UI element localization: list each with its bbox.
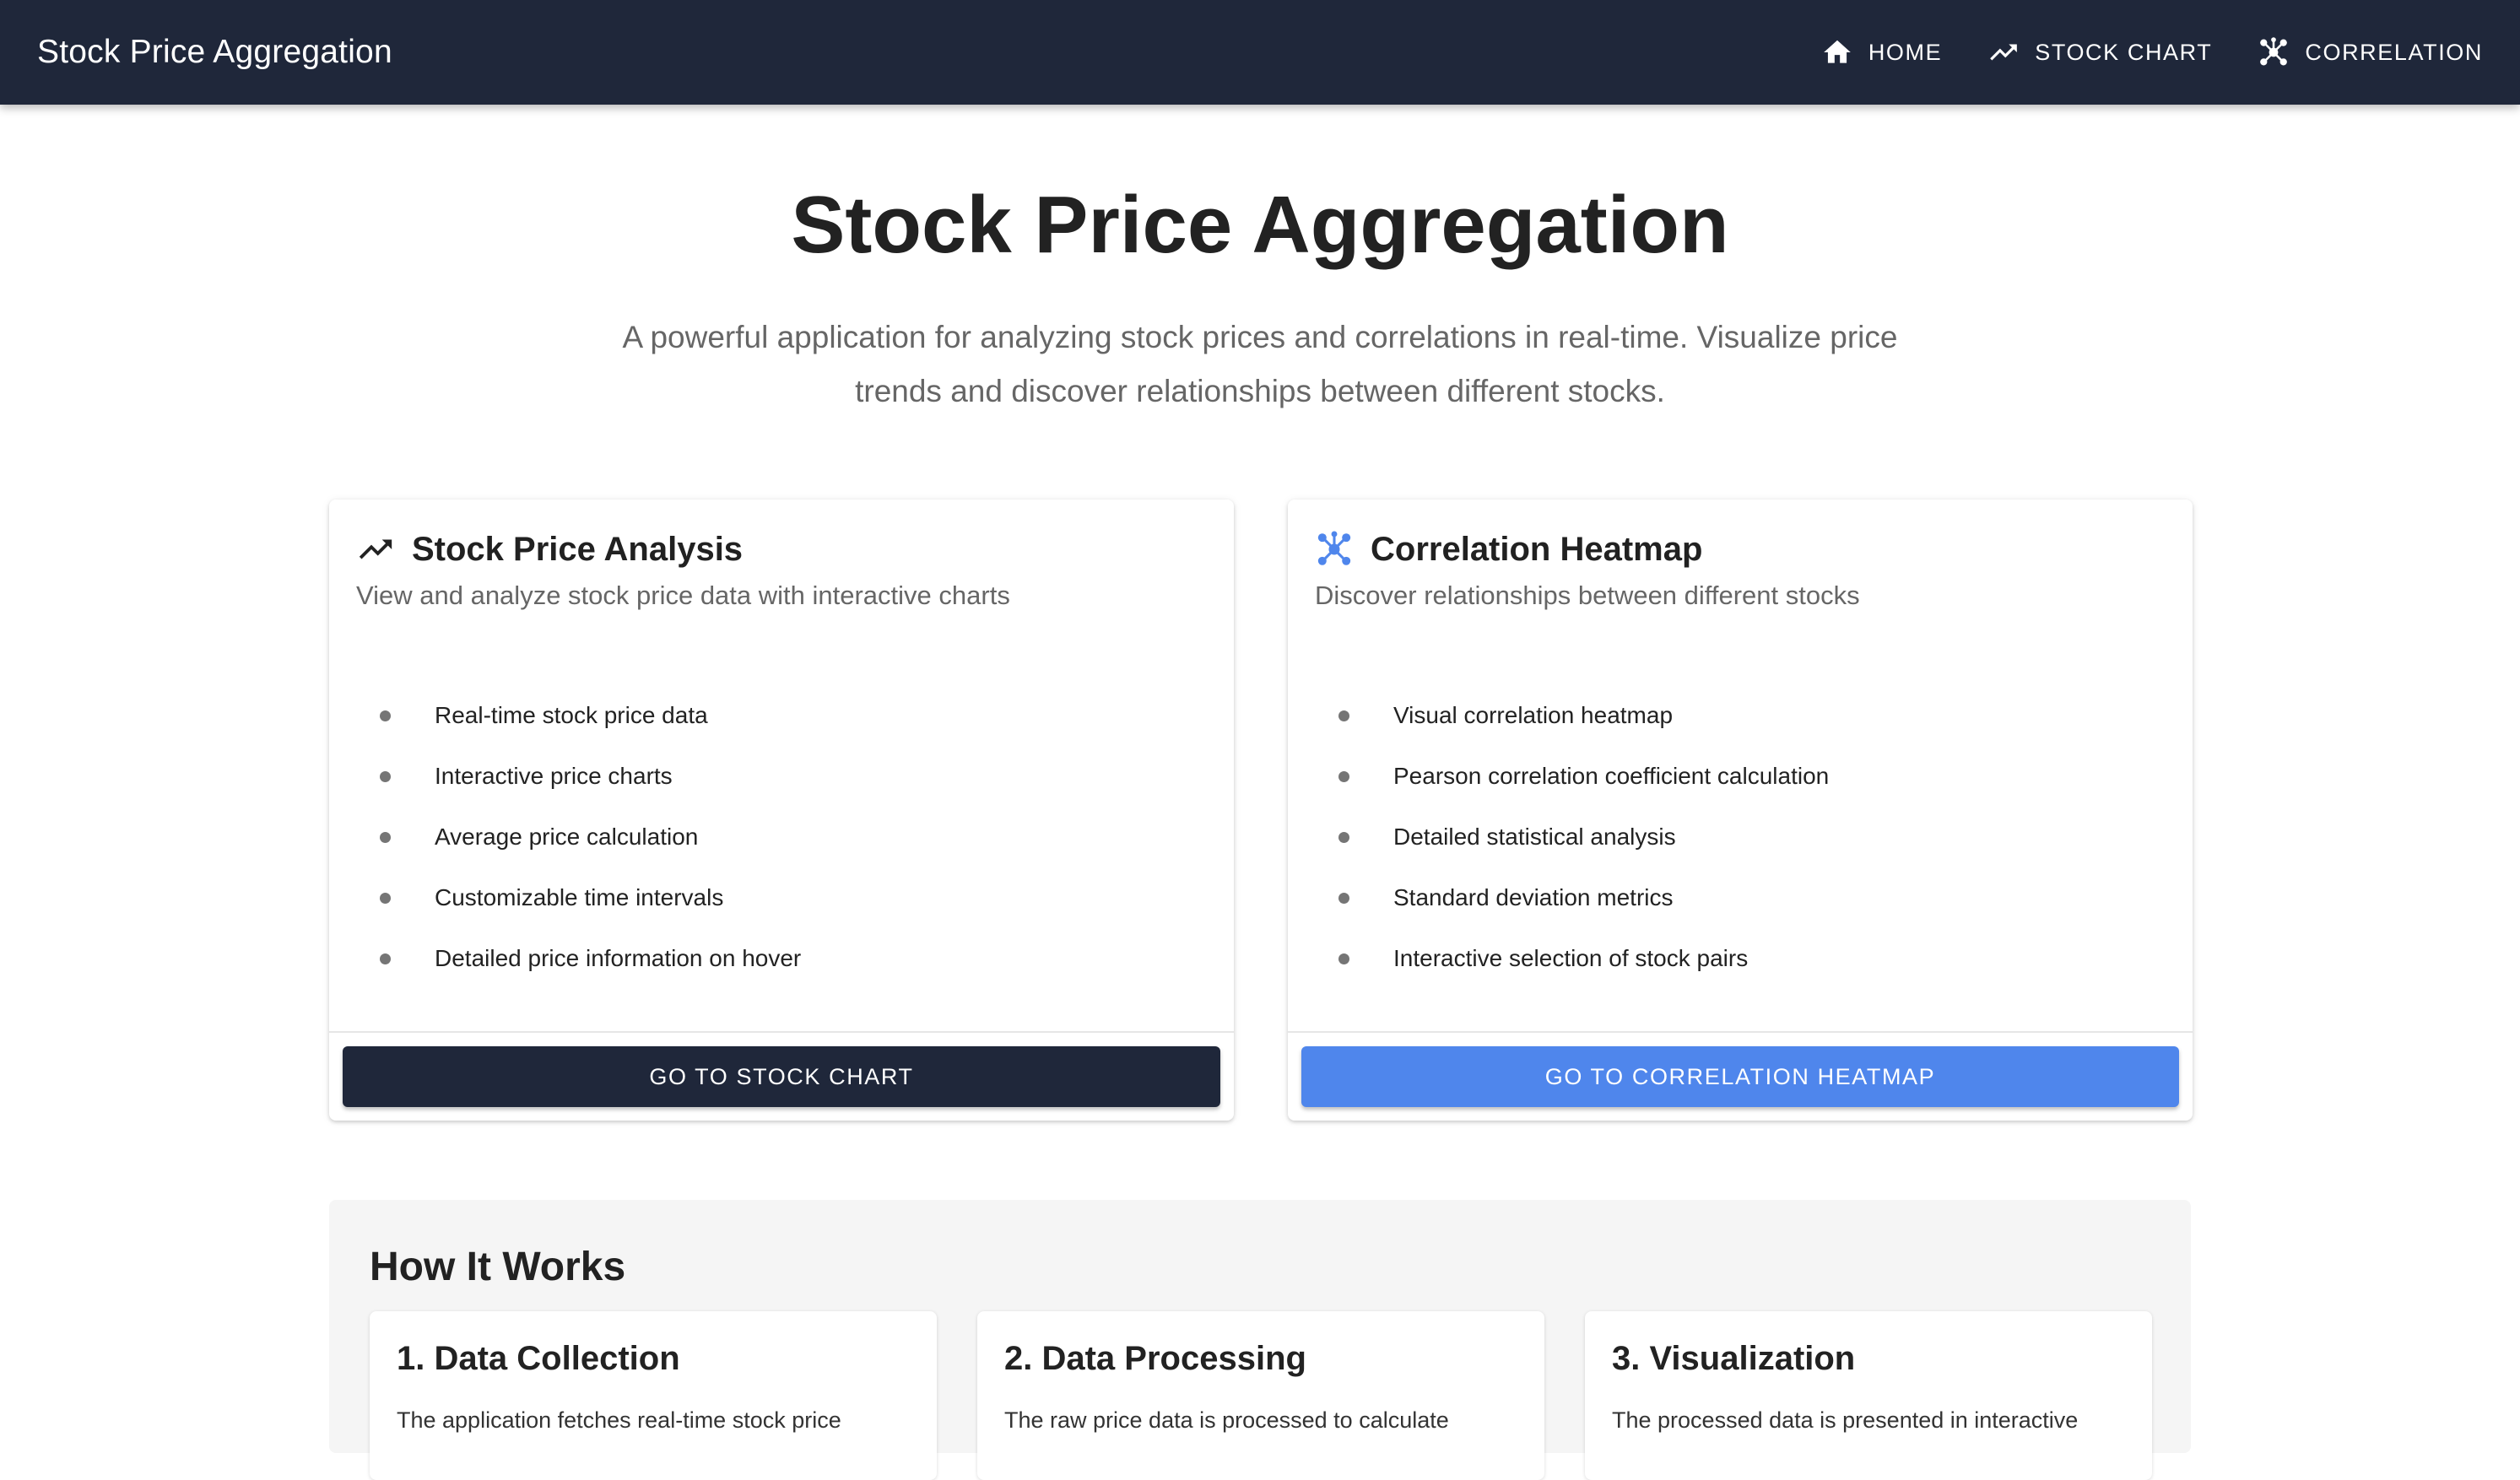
bubble-chart-icon [1317,531,1351,565]
step-title: 2. Data Processing [1004,1340,1306,1377]
feature-text: Real-time stock price data [435,702,708,728]
feature-text: Interactive price charts [435,763,673,789]
correlation-heatmap-card: Correlation Heatmap Discover relationshi… [1288,500,2193,1121]
list-item: Customizable time intervals [380,867,801,928]
feature-list: Real-time stock price data Interactive p… [380,685,801,989]
list-item: Average price calculation [380,807,801,867]
bullet-icon [1338,831,1349,843]
home-icon [1823,40,1851,63]
list-item: Visual correlation heatmap [1338,685,1829,746]
card-title: Stock Price Analysis [412,530,744,568]
step-card-data-processing: 2. Data Processing The raw price data is… [977,1311,1544,1480]
how-it-works-section: How It Works 1. Data Collection The appl… [329,1200,2191,1480]
page-subtitle: A powerful application for analyzing sto… [622,320,1898,408]
go-to-stock-chart-button[interactable]: GO TO STOCK CHART [343,1046,1220,1107]
app-title[interactable]: Stock Price Aggregation [37,34,392,71]
card-description: Discover relationships between different… [1315,581,1860,610]
card-title: Correlation Heatmap [1371,530,1703,568]
bullet-icon [1338,892,1349,904]
feature-text: Customizable time intervals [435,884,724,910]
feature-text: Detailed price information on hover [435,945,802,971]
bullet-icon [380,831,391,843]
card-divider [329,1031,1234,1033]
nav-correlation-label: CORRELATION [2305,39,2483,65]
list-item: Pearson correlation coefficient calculat… [1338,746,1829,807]
bullet-icon [380,953,391,964]
list-item: Detailed price information on hover [380,928,801,989]
nav-stock-chart-button[interactable]: STOCK CHART [1987,36,2212,68]
list-item: Interactive selection of stock pairs [1338,928,1829,989]
nav-home-label: HOME [1868,39,1943,65]
card-header: Stock Price Analysis [356,530,743,569]
list-item: Interactive price charts [380,746,801,807]
nav-correlation-button[interactable]: CORRELATION [2258,36,2483,68]
top-nav: HOME STOCK CHART CORRELATION [1821,36,2483,68]
page-title: Stock Price Aggregation [791,180,1729,270]
step-card-visualization: 3. Visualization The processed data is p… [1585,1311,2152,1480]
feature-text: Standard deviation metrics [1393,884,1674,910]
stock-analysis-card: Stock Price Analysis View and analyze st… [329,500,1234,1121]
feature-text: Average price calculation [435,824,699,850]
step-text: The processed data is presented in inter… [1612,1407,2079,1433]
bubble-chart-icon [2260,37,2288,66]
step-text: The raw price data is processed to calcu… [1004,1407,1449,1433]
feature-text: Detailed statistical analysis [1393,824,1676,850]
step-title: 3. Visualization [1612,1340,1856,1377]
list-item: Real-time stock price data [380,685,801,746]
nav-stock-chart-label: STOCK CHART [2035,39,2213,65]
bullet-icon [380,770,391,782]
list-item: Standard deviation metrics [1338,867,1829,928]
bullet-icon [1338,953,1349,964]
bullet-icon [1338,710,1349,721]
bullet-icon [380,892,391,904]
step-text: The application fetches real-time stock … [397,1407,841,1433]
card-divider [1288,1031,2193,1033]
feature-text: Pearson correlation coefficient calculat… [1393,763,1830,789]
trending-up-icon [359,539,392,559]
bullet-icon [1338,770,1349,782]
card-description: View and analyze stock price data with i… [356,581,1010,610]
section-title: How It Works [370,1245,626,1289]
trending-up-icon [1990,44,2018,61]
list-item: Detailed statistical analysis [1338,807,1829,867]
bullet-icon [380,710,391,721]
step-card-data-collection: 1. Data Collection The application fetch… [370,1311,937,1480]
feature-text: Interactive selection of stock pairs [1393,945,1749,971]
feature-text: Visual correlation heatmap [1393,702,1674,728]
nav-home-button[interactable]: HOME [1821,36,1942,68]
app-bar: Stock Price Aggregation HOME STOCK CHART… [0,0,2520,105]
feature-list: Visual correlation heatmap Pearson corre… [1338,685,1829,989]
go-to-correlation-heatmap-button[interactable]: GO TO CORRELATION HEATMAP [1301,1046,2179,1107]
step-title: 1. Data Collection [397,1340,680,1377]
card-header: Correlation Heatmap [1315,530,1702,569]
